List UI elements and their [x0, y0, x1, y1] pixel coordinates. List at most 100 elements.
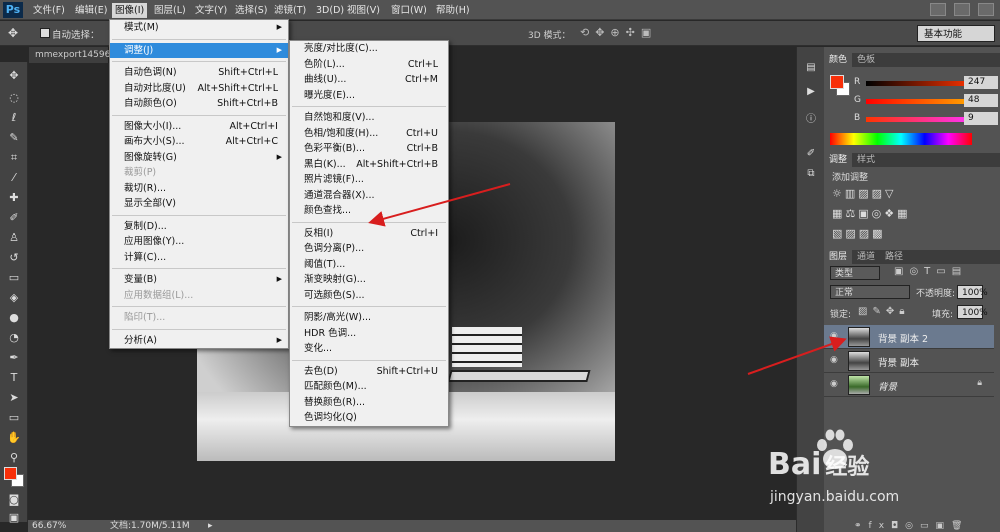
menu-9[interactable]: 窗口(W) — [388, 3, 430, 18]
move-tool-icon[interactable]: ✥ — [8, 26, 18, 40]
menu-item[interactable]: 替换颜色(R)... — [290, 395, 448, 411]
3d-mode-icons[interactable]: ⟲✥⊕✣▣ — [580, 26, 657, 39]
maximize-button[interactable] — [954, 3, 970, 16]
menu-item[interactable]: 自动对比度(U) Alt+Shift+Ctrl+L — [110, 81, 288, 97]
opacity-input[interactable]: 100% — [957, 285, 988, 299]
menu-3[interactable]: 图层(L) — [151, 3, 189, 18]
menu-item[interactable]: 色阶(L)... Ctrl+L — [290, 57, 448, 73]
menu-item[interactable]: 图像旋转(G) ▶ — [110, 150, 288, 166]
pen-tool-icon[interactable]: ✒ — [5, 350, 23, 366]
menu-item[interactable]: 阈值(T)... — [290, 257, 448, 273]
eyedropper-tool-icon[interactable]: ⁄ — [5, 170, 23, 186]
zoom-level[interactable]: 66.67% — [32, 520, 66, 532]
menu-item[interactable]: 反相(I) Ctrl+I — [290, 226, 448, 242]
red-value[interactable]: 247 — [964, 76, 998, 89]
workspace-dropdown[interactable]: 基本功能 — [917, 25, 995, 42]
eye-icon[interactable]: ◉ — [830, 355, 838, 365]
quick-select-tool-icon[interactable]: ✎ — [5, 130, 23, 146]
menu-item[interactable]: 渐变映射(G)... — [290, 272, 448, 288]
green-slider[interactable]: G 48 — [854, 94, 1000, 108]
tab-styles[interactable]: 样式 — [852, 153, 880, 167]
path-select-tool-icon[interactable]: ➤ — [5, 390, 23, 406]
menu-item[interactable]: 色调分离(P)... — [290, 241, 448, 257]
menu-item[interactable]: 分析(A) ▶ — [110, 333, 288, 349]
menu-item[interactable]: 去色(D) Shift+Ctrl+U — [290, 364, 448, 380]
healing-tool-icon[interactable]: ✚ — [5, 190, 23, 206]
menu-0[interactable]: 文件(F) — [30, 3, 68, 18]
actions-play-icon[interactable]: ▶ — [803, 85, 819, 99]
menu-item[interactable]: 显示全部(V) — [110, 196, 288, 212]
menu-5[interactable]: 选择(S) — [232, 3, 270, 18]
lasso-tool-icon[interactable]: ℓ — [5, 110, 23, 126]
brush-panel-icon[interactable]: ✐ — [803, 147, 819, 161]
blue-slider[interactable]: B 9 — [854, 112, 1000, 126]
red-track[interactable] — [866, 81, 974, 86]
dodge-tool-icon[interactable]: ◔ — [5, 330, 23, 346]
menu-item[interactable]: HDR 色调... — [290, 326, 448, 342]
status-arrow-icon[interactable]: ▸ — [208, 520, 213, 532]
close-button[interactable] — [978, 3, 994, 16]
eye-icon[interactable]: ◉ — [830, 379, 838, 389]
menu-2[interactable]: 图像(I) — [112, 3, 148, 18]
shape-tool-icon[interactable]: ▭ — [5, 410, 23, 426]
zoom-tool-icon[interactable]: ⚲ — [5, 450, 23, 466]
move-tool-icon[interactable]: ✥ — [5, 68, 23, 84]
menu-item[interactable]: 裁切(R)... — [110, 181, 288, 197]
foreground-color-swatch[interactable] — [4, 467, 17, 480]
red-slider[interactable]: R 247 — [854, 76, 1000, 90]
color-panel-fg-swatch[interactable] — [830, 75, 844, 89]
blue-track[interactable] — [866, 117, 974, 122]
type-tool-icon[interactable]: T — [5, 370, 23, 386]
menu-item[interactable]: 色相/饱和度(H)... Ctrl+U — [290, 126, 448, 142]
menu-item[interactable]: 复制(D)... — [110, 219, 288, 235]
tab-paths[interactable]: 路径 — [880, 250, 908, 264]
eye-icon[interactable]: ◉ — [830, 331, 838, 341]
hand-tool-icon[interactable]: ✋ — [5, 430, 23, 446]
menu-item[interactable]: 黑白(K)... Alt+Shift+Ctrl+B — [290, 157, 448, 173]
menu-item[interactable]: 画布大小(S)... Alt+Ctrl+C — [110, 134, 288, 150]
document-tab[interactable]: mmexport145967 — [29, 47, 116, 63]
menu-item[interactable]: 颜色查找... — [290, 203, 448, 219]
menu-4[interactable]: 文字(Y) — [192, 3, 230, 18]
blue-value[interactable]: 9 — [964, 112, 998, 125]
menu-item[interactable]: 模式(M) ▶ — [110, 20, 288, 36]
menu-item[interactable]: 调整(J) ▶ — [110, 42, 288, 58]
fill-input[interactable]: 100% — [957, 305, 988, 319]
menu-item[interactable]: 自然饱和度(V)... — [290, 110, 448, 126]
menu-item[interactable]: 阴影/高光(W)... — [290, 310, 448, 326]
menu-item[interactable]: 通道混合器(X)... — [290, 188, 448, 204]
menu-item[interactable]: 曝光度(E)... — [290, 88, 448, 104]
adjustment-icons-row-1[interactable]: ☼▥▨▨▽ — [832, 187, 982, 201]
menu-6[interactable]: 滤镜(T) — [271, 3, 309, 18]
layer-kind-filter[interactable]: 类型 — [830, 266, 880, 280]
green-track[interactable] — [866, 99, 974, 104]
blur-tool-icon[interactable]: ● — [5, 310, 23, 326]
blend-mode-dropdown[interactable]: 正常 — [830, 285, 910, 299]
menu-item[interactable]: 图像大小(I)... Alt+Ctrl+I — [110, 119, 288, 135]
menu-item[interactable]: 匹配颜色(M)... — [290, 379, 448, 395]
menu-item[interactable]: 自动色调(N) Shift+Ctrl+L — [110, 65, 288, 81]
menu-item[interactable]: 可选颜色(S)... — [290, 288, 448, 304]
menu-item[interactable]: 曲线(U)... Ctrl+M — [290, 72, 448, 88]
history-brush-tool-icon[interactable]: ↺ — [5, 250, 23, 266]
menu-1[interactable]: 编辑(E) — [72, 3, 110, 18]
green-value[interactable]: 48 — [964, 94, 998, 107]
tab-color[interactable]: 颜色 — [824, 53, 853, 67]
tab-channels[interactable]: 通道 — [852, 250, 880, 264]
menu-item[interactable]: 照片滤镜(F)... — [290, 172, 448, 188]
color-spectrum-bar[interactable] — [830, 133, 972, 145]
menu-item[interactable]: 亮度/对比度(C)... — [290, 41, 448, 57]
menu-item[interactable]: 自动颜色(O) Shift+Ctrl+B — [110, 96, 288, 112]
brush-tool-icon[interactable]: ✐ — [5, 210, 23, 226]
adjustment-icons-row-2[interactable]: ▦⚖▣◎❖▦ — [832, 207, 982, 221]
minimize-button[interactable] — [930, 3, 946, 16]
tab-swatches[interactable]: 色板 — [852, 53, 880, 67]
screen-mode-icon[interactable]: ▣ — [5, 510, 23, 526]
clone-source-icon[interactable]: ⧉ — [803, 167, 819, 181]
history-icon[interactable]: ▤ — [803, 61, 819, 75]
eraser-tool-icon[interactable]: ▭ — [5, 270, 23, 286]
menu-item[interactable]: 应用图像(Y)... — [110, 234, 288, 250]
lock-icons[interactable]: ▨✎✥🔒︎ — [858, 306, 910, 317]
tab-adjustments[interactable]: 调整 — [824, 153, 853, 167]
adjustment-icons-row-3[interactable]: ▧▨▨▩ — [832, 227, 982, 241]
